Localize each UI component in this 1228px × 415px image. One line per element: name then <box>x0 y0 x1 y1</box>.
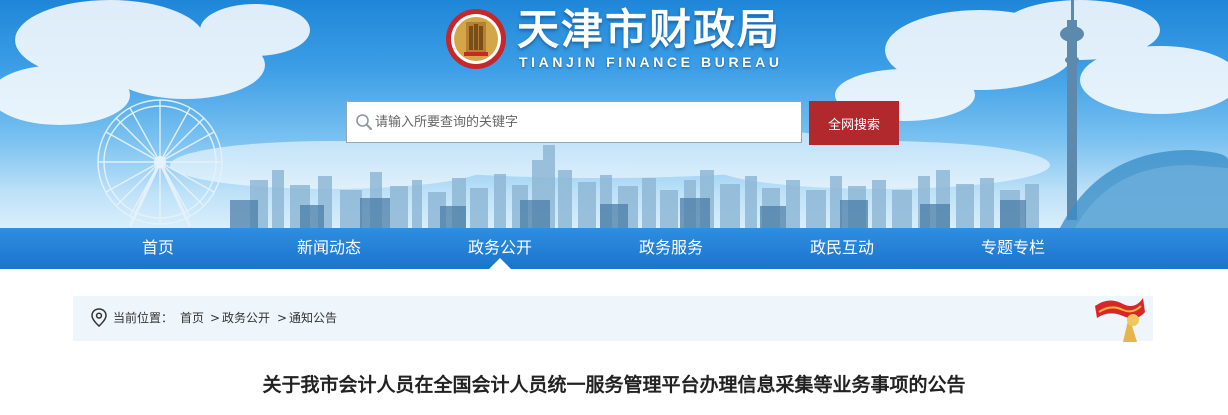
breadcrumb: 当前位置： 首页 > 政务公开 > 通知公告 <box>73 296 1153 341</box>
breadcrumb-label: 当前位置： <box>113 311 174 325</box>
emblem-icon <box>446 9 506 69</box>
nav-item-interaction[interactable]: 政民互动 <box>767 228 917 269</box>
search-icon <box>356 114 372 130</box>
flag-decoration-icon <box>1095 298 1145 342</box>
breadcrumb-link-gov-affairs[interactable]: 政务公开 <box>222 296 270 341</box>
breadcrumb-separator: > <box>277 311 288 325</box>
nav-item-services[interactable]: 政务服务 <box>596 228 746 269</box>
active-nav-indicator <box>489 258 511 269</box>
nav-item-home[interactable]: 首页 <box>83 228 233 269</box>
breadcrumb-separator: > <box>210 311 221 325</box>
main-nav: 首页 新闻动态 政务公开 政务服务 政民互动 专题专栏 <box>0 228 1228 269</box>
search-button[interactable]: 全网搜索 <box>809 101 899 145</box>
breadcrumb-link-notices[interactable]: 通知公告 <box>289 296 337 341</box>
header-banner: 天津市财政局 TIANJIN FINANCE BUREAU <box>0 0 1228 228</box>
search-input[interactable] <box>375 102 795 142</box>
site-subtitle: TIANJIN FINANCE BUREAU <box>519 54 783 70</box>
nav-item-news[interactable]: 新闻动态 <box>254 228 404 269</box>
site-title: 天津市财政局 <box>517 5 782 54</box>
nav-item-topics[interactable]: 专题专栏 <box>938 228 1088 269</box>
breadcrumb-link-home[interactable]: 首页 <box>180 296 204 341</box>
article-title: 关于我市会计人员在全国会计人员统一服务管理平台办理信息采集等业务事项的公告 <box>262 374 966 396</box>
search-box <box>346 101 802 143</box>
location-pin-icon <box>91 308 107 327</box>
